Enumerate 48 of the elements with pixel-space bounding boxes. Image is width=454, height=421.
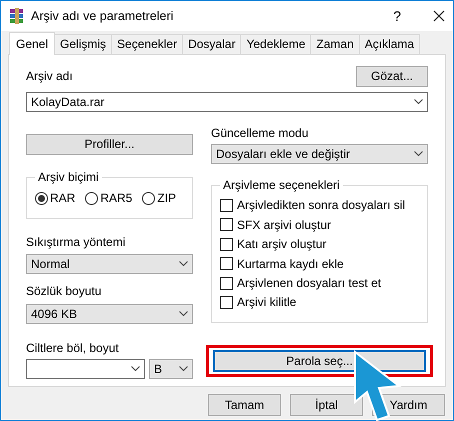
split-size-field[interactable] <box>26 359 145 380</box>
tab[interactable]: Genel <box>9 32 56 55</box>
window-title: Arşiv adı ve parametreleri <box>31 8 174 24</box>
radio-button[interactable] <box>85 192 98 205</box>
checkbox-label: Arşivlenen dosyaları test et <box>237 276 382 290</box>
chevron-icon <box>179 366 188 372</box>
checkbox-label: SFX arşivi oluştur <box>237 218 332 232</box>
field-label: Sözlük boyutu <box>26 284 102 299</box>
radio-label: RAR5 <box>100 191 132 206</box>
checkbox[interactable] <box>220 218 233 232</box>
dialog-button[interactable]: İptal <box>290 394 363 416</box>
help-button[interactable]: ? <box>393 8 401 24</box>
checkbox[interactable] <box>220 238 233 251</box>
radio-label: ZIP <box>157 191 176 206</box>
dictionary-dropdown[interactable]: 4096 KB <box>26 304 193 324</box>
checkbox-label: Arşivi kilitle <box>237 295 296 310</box>
group-label: Arşiv biçimi <box>35 170 102 184</box>
chevron-icon <box>414 99 423 105</box>
chevron-icon <box>414 151 423 158</box>
checkbox[interactable] <box>220 296 233 310</box>
chevron-icon <box>179 261 188 268</box>
archive-name-field[interactable]: KolayData.rar <box>26 92 428 112</box>
app-icon <box>9 8 25 24</box>
update-mode-dropdown[interactable]: Dosyaları ekle ve değiştir <box>211 144 428 164</box>
checkbox[interactable] <box>220 199 233 212</box>
field-label: Arşiv adı <box>26 68 73 83</box>
unit-dropdown[interactable]: B <box>149 359 193 380</box>
browse-button[interactable]: Gözat... <box>356 66 428 87</box>
field-label: Güncelleme modu <box>211 126 310 140</box>
field-label: Ciltlere böl, boyut <box>26 340 120 356</box>
radio-label: RAR <box>50 191 76 206</box>
checkbox-label: Katı arşiv oluştur <box>237 237 326 252</box>
close-icon[interactable] <box>433 10 445 22</box>
compression-dropdown[interactable]: Normal <box>26 254 193 274</box>
checkbox[interactable] <box>220 257 233 270</box>
group-label: Arşivleme seçenekleri <box>220 178 343 193</box>
radio-button[interactable] <box>142 192 156 205</box>
chevron-icon <box>131 366 140 372</box>
field-label: Sıkıştırma yöntemi <box>26 235 126 250</box>
radio-button[interactable] <box>35 192 48 205</box>
checkbox[interactable] <box>220 276 233 290</box>
profiles-button[interactable]: Profiller... <box>26 134 193 155</box>
checkbox-label: Arşivledikten sonra dosyaları sil <box>237 198 406 213</box>
dialog-button[interactable]: Tamam <box>208 394 281 416</box>
checkbox-label: Kurtarma kaydı ekle <box>237 256 344 271</box>
password-button[interactable]: Parola seç... <box>213 350 426 372</box>
tab[interactable]: Açıklama <box>358 34 420 54</box>
chevron-icon <box>179 310 188 317</box>
